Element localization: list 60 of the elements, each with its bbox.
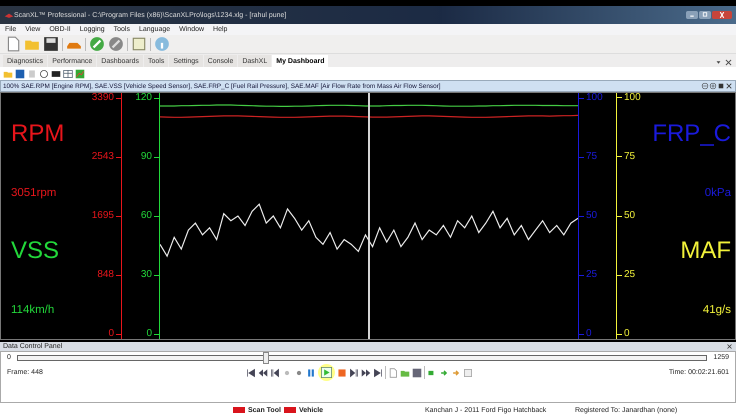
- axis-tick-label: 50: [586, 211, 598, 221]
- axis-tick-label: 100: [586, 93, 603, 103]
- axis-tick-label: 75: [624, 152, 636, 162]
- chart-icon[interactable]: [75, 68, 85, 78]
- frame-icon[interactable]: [131, 36, 147, 52]
- axis-tick-label: 120: [135, 93, 152, 103]
- axis-tick-label: 0: [586, 329, 592, 339]
- gauge-reading: 0kPa: [704, 186, 731, 199]
- save-icon[interactable]: [15, 68, 25, 78]
- axis-tick-label: 100: [624, 92, 641, 103]
- save-icon[interactable]: [412, 368, 422, 378]
- maximize-icon[interactable]: [699, 11, 711, 19]
- gauge-name: FRP_C: [652, 120, 731, 148]
- skip-end-icon[interactable]: [373, 368, 384, 378]
- axis-tick-label: 75: [586, 152, 598, 162]
- save-icon[interactable]: [43, 36, 59, 52]
- table-icon[interactable]: [63, 68, 73, 78]
- axis-tick-label: 3390: [92, 93, 114, 103]
- axis-tick-label: 0: [624, 329, 630, 340]
- zoom-out-icon[interactable]: [701, 82, 709, 90]
- rewind-icon[interactable]: [258, 368, 268, 378]
- axis-tick-label: 2543: [92, 152, 114, 162]
- axis-tick-label: 25: [586, 270, 598, 280]
- gauge-icon[interactable]: [39, 68, 49, 78]
- axis-tick-label: 848: [97, 270, 114, 280]
- close-icon[interactable]: [725, 82, 733, 90]
- gauge-name: MAF: [680, 237, 731, 266]
- axis-tick-label: 0: [146, 329, 152, 339]
- slider-thumb[interactable]: [263, 352, 270, 364]
- arrow-icon[interactable]: [451, 368, 462, 378]
- axis-tick-label: 60: [140, 211, 152, 221]
- axis-tick-label: 25: [624, 270, 636, 280]
- axis-tick-label: 50: [624, 211, 636, 221]
- disconnect-icon[interactable]: [108, 36, 124, 52]
- pause-icon[interactable]: [306, 368, 316, 378]
- arrow-icon[interactable]: [439, 368, 450, 378]
- gauge-name: RPM: [11, 120, 66, 148]
- axis-tick-label: 1695: [92, 211, 114, 221]
- step-back-icon[interactable]: [270, 368, 280, 378]
- gauge-name: VSS: [11, 237, 60, 266]
- axis-tick-label: 90: [140, 152, 152, 162]
- step-forward-icon[interactable]: [349, 368, 360, 378]
- axis-tick-label: 30: [140, 270, 152, 280]
- gauge-reading: 41g/s: [702, 304, 731, 316]
- zoom-in-icon[interactable]: [709, 82, 717, 90]
- close-icon[interactable]: [712, 11, 732, 19]
- frame-icon[interactable]: [463, 368, 474, 378]
- new-document-icon[interactable]: [388, 368, 398, 378]
- skip-start-icon[interactable]: [246, 368, 256, 378]
- play-icon[interactable]: [321, 367, 332, 378]
- close-icon[interactable]: [726, 343, 733, 350]
- gauge-reading: 114km/h: [11, 304, 56, 316]
- minimize-icon[interactable]: [686, 11, 698, 19]
- axis-tick-label: 0: [108, 329, 114, 339]
- display-icon[interactable]: [51, 68, 61, 78]
- gauge-reading: 3051rpm: [11, 186, 58, 199]
- close-icon[interactable]: [724, 58, 733, 67]
- connect-icon[interactable]: [89, 36, 105, 52]
- fast-forward-icon[interactable]: [361, 368, 372, 378]
- stop-icon[interactable]: [717, 82, 725, 90]
